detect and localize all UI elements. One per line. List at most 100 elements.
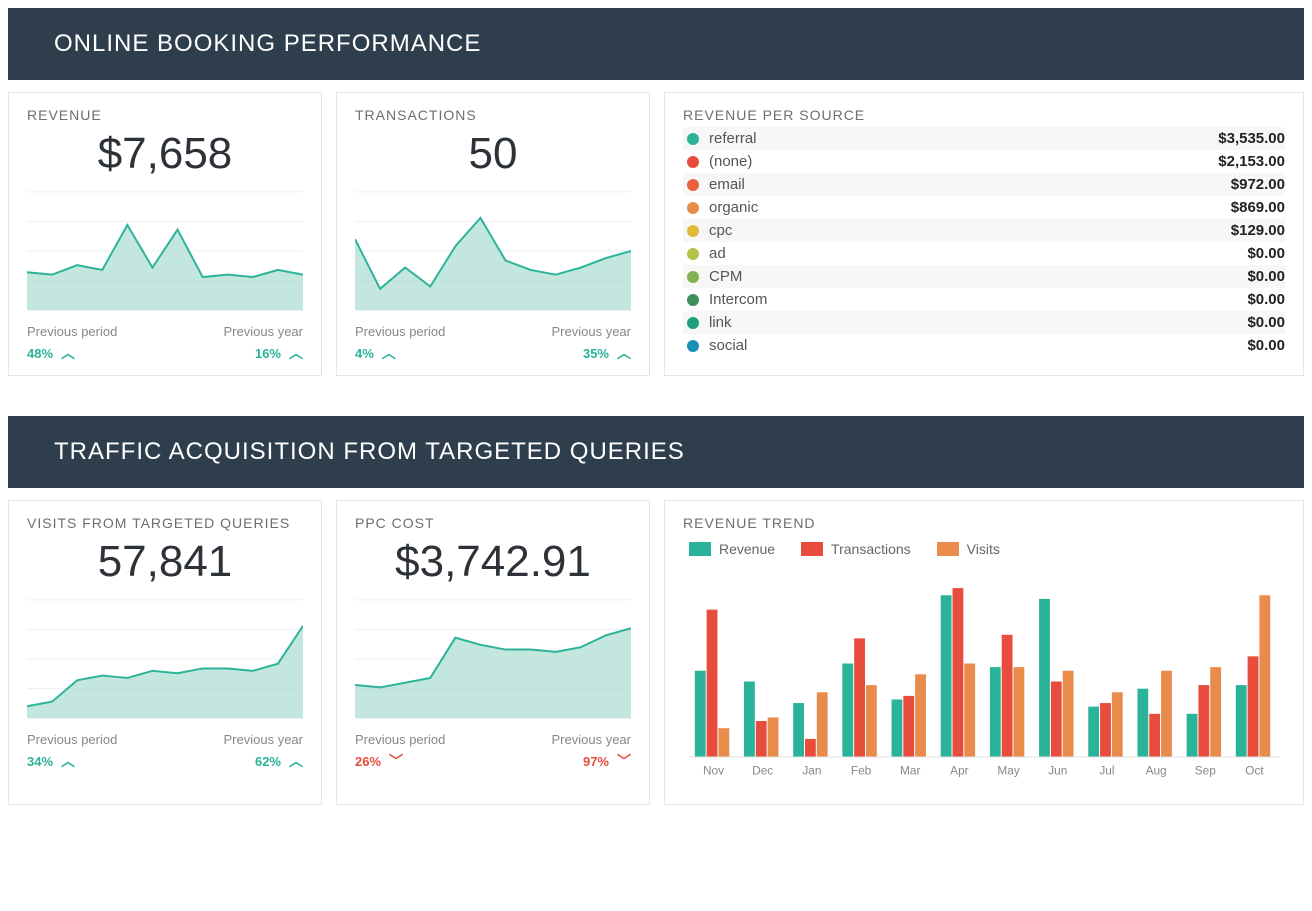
caret-down-icon: ﹀: [617, 751, 631, 771]
prev-year-block: Previous year 16%︿: [224, 324, 303, 363]
bar: [854, 638, 865, 757]
bar: [1088, 707, 1099, 757]
bar: [1259, 595, 1270, 757]
caret-up-icon: ︿: [289, 751, 303, 771]
bar: [718, 728, 729, 757]
legend-label: Visits: [967, 541, 1000, 557]
bar: [768, 717, 779, 757]
source-row: cpc$129.00: [683, 219, 1285, 242]
bar: [903, 696, 914, 757]
legend-label: Revenue: [719, 541, 775, 557]
prev-period-value: 34%︿: [27, 751, 117, 771]
source-value: $0.00: [1247, 245, 1285, 262]
prev-period-label: Previous period: [355, 324, 445, 339]
transactions-sparkline: [355, 191, 631, 311]
prev-year-label: Previous year: [552, 732, 631, 747]
bar: [842, 664, 853, 757]
source-value: $0.00: [1247, 291, 1285, 308]
prev-period-label: Previous period: [27, 732, 117, 747]
prev-year-block: Previous year 97%﹀: [552, 732, 631, 771]
prev-year-value: 35%︿: [552, 343, 631, 363]
x-axis-label: Aug: [1146, 764, 1167, 778]
bar: [817, 692, 828, 757]
source-row: email$972.00: [683, 173, 1285, 196]
source-row: social$0.00: [683, 334, 1285, 357]
source-row: referral$3,535.00: [683, 127, 1285, 150]
revenue-sparkline: [27, 191, 303, 311]
caret-up-icon: ︿: [61, 343, 75, 363]
section-header-booking: ONLINE BOOKING PERFORMANCE: [8, 8, 1304, 80]
source-name: CPM: [709, 268, 1247, 285]
bar: [1100, 703, 1111, 757]
prev-year-value: 62%︿: [224, 751, 303, 771]
bar: [1248, 656, 1259, 757]
source-dot-icon: [687, 202, 699, 214]
source-value: $0.00: [1247, 268, 1285, 285]
source-row: (none)$2,153.00: [683, 150, 1285, 173]
bar: [805, 739, 816, 757]
bar: [1137, 689, 1148, 757]
comparison-row: Previous period 26%﹀ Previous year 97%﹀: [355, 732, 631, 771]
source-name: referral: [709, 130, 1218, 147]
bar: [866, 685, 877, 757]
source-value: $2,153.00: [1218, 153, 1285, 170]
source-value: $869.00: [1231, 199, 1285, 216]
bar: [1002, 635, 1013, 757]
source-name: organic: [709, 199, 1231, 216]
x-axis-label: Dec: [752, 764, 773, 778]
booking-row: REVENUE $7,658 Previous period 48%︿ Prev…: [8, 92, 1304, 376]
revenue-card: REVENUE $7,658 Previous period 48%︿ Prev…: [8, 92, 322, 376]
bar: [707, 610, 718, 757]
card-title: REVENUE: [27, 107, 303, 123]
caret-down-icon: ﹀: [389, 751, 403, 771]
card-title: VISITS FROM TARGETED QUERIES: [27, 515, 303, 531]
prev-period-label: Previous period: [355, 732, 445, 747]
source-row: link$0.00: [683, 311, 1285, 334]
caret-up-icon: ︿: [289, 343, 303, 363]
x-axis-label: Jan: [802, 764, 821, 778]
revenue-trend-card: REVENUE TREND RevenueTransactionsVisits …: [664, 500, 1304, 805]
revenue-value: $7,658: [27, 129, 303, 179]
card-title: PPC COST: [355, 515, 631, 531]
source-dot-icon: [687, 133, 699, 145]
source-value: $129.00: [1231, 222, 1285, 239]
bar: [744, 682, 755, 757]
bar: [695, 671, 706, 757]
prev-year-label: Previous year: [224, 324, 303, 339]
prev-year-value: 16%︿: [224, 343, 303, 363]
bar: [953, 588, 964, 757]
prev-period-block: Previous period 26%﹀: [355, 732, 445, 771]
visits-sparkline: [27, 599, 303, 719]
ppc-sparkline: [355, 599, 631, 719]
legend-item: Visits: [937, 541, 1000, 557]
legend-swatch-icon: [801, 542, 823, 556]
source-name: link: [709, 314, 1247, 331]
source-name: Intercom: [709, 291, 1247, 308]
bar: [990, 667, 1001, 757]
visits-card: VISITS FROM TARGETED QUERIES 57,841 Prev…: [8, 500, 322, 805]
legend-item: Transactions: [801, 541, 911, 557]
source-row: ad$0.00: [683, 242, 1285, 265]
caret-up-icon: ︿: [382, 343, 396, 363]
x-axis-label: Sep: [1195, 764, 1216, 778]
source-name: cpc: [709, 222, 1231, 239]
source-name: (none): [709, 153, 1218, 170]
prev-period-label: Previous period: [27, 324, 117, 339]
x-axis-label: Jun: [1048, 764, 1067, 778]
source-dot-icon: [687, 248, 699, 260]
source-row: organic$869.00: [683, 196, 1285, 219]
bar: [1149, 714, 1160, 757]
source-row: CPM$0.00: [683, 265, 1285, 288]
bar: [793, 703, 804, 757]
traffic-row: VISITS FROM TARGETED QUERIES 57,841 Prev…: [8, 500, 1304, 805]
visits-value: 57,841: [27, 537, 303, 587]
ppc-value: $3,742.91: [355, 537, 631, 587]
x-axis-label: Feb: [851, 764, 872, 778]
prev-year-block: Previous year 35%︿: [552, 324, 631, 363]
bar: [1051, 682, 1062, 757]
prev-period-value: 26%﹀: [355, 751, 445, 771]
source-dot-icon: [687, 294, 699, 306]
prev-year-label: Previous year: [224, 732, 303, 747]
card-title: REVENUE TREND: [683, 515, 1285, 531]
source-dot-icon: [687, 317, 699, 329]
